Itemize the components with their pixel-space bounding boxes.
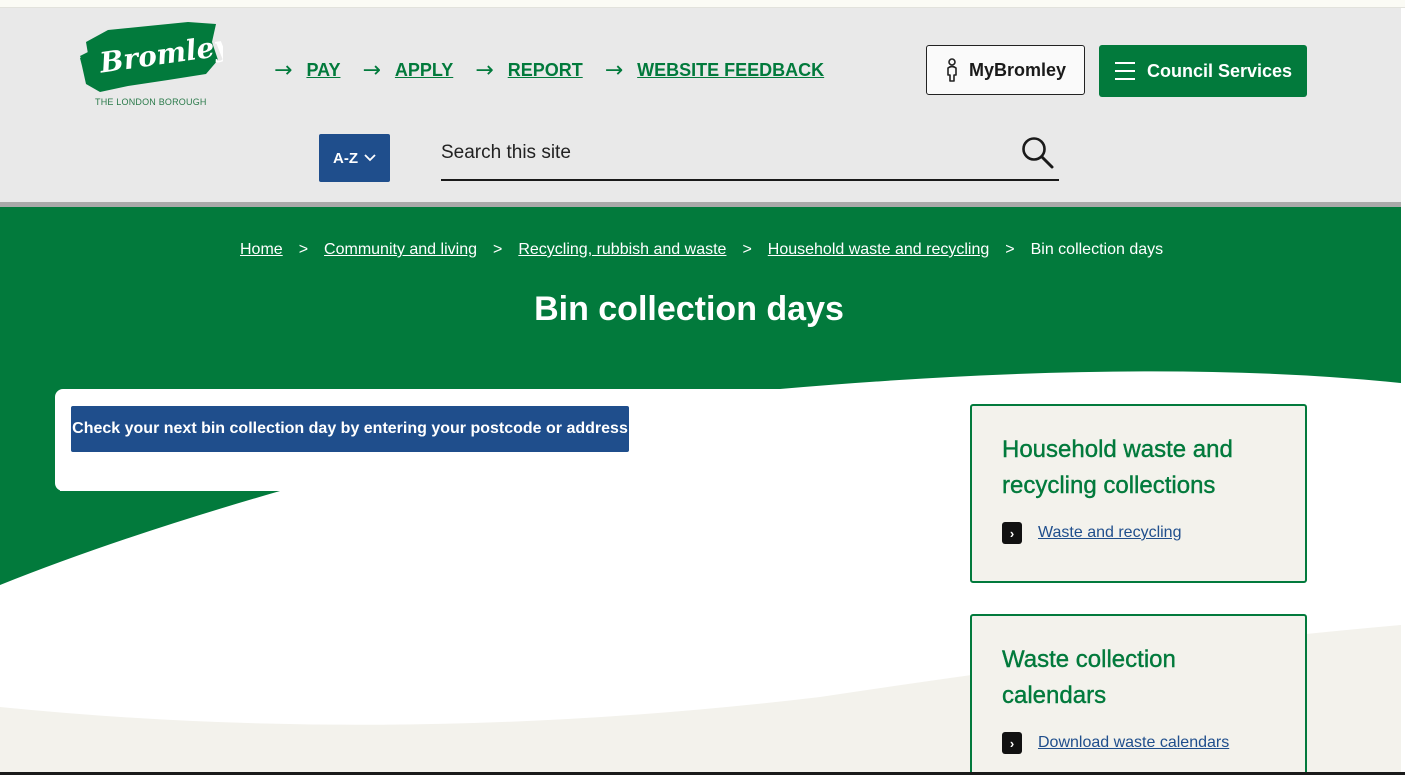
- check-bin-day-button[interactable]: Check your next bin collection day by en…: [71, 406, 629, 452]
- az-label: A-Z: [333, 149, 358, 167]
- mybromley-button[interactable]: MyBromley: [926, 45, 1085, 95]
- quick-link-label: PAY: [306, 60, 341, 80]
- breadcrumb-recycling-rubbish-waste[interactable]: Recycling, rubbish and waste: [518, 241, 726, 259]
- breadcrumb-separator: >: [742, 241, 752, 258]
- quick-link-pay[interactable]: → PAY: [274, 58, 340, 83]
- check-bin-day-label: Check your next bin collection day by en…: [72, 420, 628, 437]
- side-card-link-row: › Download waste calendars: [1002, 732, 1275, 754]
- arrow-right-icon: →: [604, 58, 624, 83]
- quick-link-website-feedback[interactable]: → WEBSITE FEEDBACK: [605, 58, 824, 83]
- hamburger-icon: [1115, 62, 1135, 80]
- quick-link-label: APPLY: [394, 60, 454, 80]
- breadcrumb-separator: >: [298, 241, 309, 258]
- breadcrumb-separator: >: [1005, 241, 1015, 258]
- bromley-logo[interactable]: Bromley THE LONDON BOROUGH: [78, 20, 223, 110]
- chevron-right-icon: ›: [1002, 522, 1022, 544]
- breadcrumb-household-waste[interactable]: Household waste and recycling: [768, 241, 989, 259]
- council-services-button[interactable]: Council Services: [1099, 45, 1307, 97]
- site-search: [441, 130, 1059, 181]
- side-card-title: Waste collection calendars: [1002, 646, 1176, 709]
- side-card-waste-calendars: Waste collection calendars › Download wa…: [970, 614, 1307, 775]
- search-icon[interactable]: [1021, 136, 1055, 170]
- breadcrumb-community-and-living[interactable]: Community and living: [324, 241, 477, 259]
- az-dropdown-button[interactable]: A-Z: [319, 134, 390, 182]
- council-services-label: Council Services: [1147, 60, 1293, 81]
- quick-link-apply[interactable]: → APPLY: [362, 58, 453, 83]
- breadcrumb-home[interactable]: Home: [240, 241, 283, 259]
- quick-link-report[interactable]: → REPORT: [475, 58, 582, 83]
- side-card-link-row: › Waste and recycling: [1002, 522, 1275, 544]
- arrow-right-icon: →: [475, 58, 494, 83]
- waste-and-recycling-link[interactable]: Waste and recycling: [1038, 524, 1181, 542]
- breadcrumb: Home > Community and living > Recycling,…: [240, 241, 1163, 259]
- mybromley-label: MyBromley: [969, 59, 1067, 80]
- search-input[interactable]: [441, 138, 1001, 168]
- arrow-right-icon: →: [362, 58, 381, 83]
- bromley-logo-icon: Bromley: [80, 22, 223, 92]
- side-card-household-waste: Household waste and recycling collection…: [970, 404, 1307, 583]
- side-card-title: Household waste and recycling collection…: [1002, 436, 1233, 499]
- breadcrumb-separator: >: [492, 241, 503, 258]
- chevron-down-icon: [364, 154, 376, 162]
- logo-subtitle: THE LONDON BOROUGH: [95, 97, 207, 107]
- quick-link-label: WEBSITE FEEDBACK: [637, 60, 825, 80]
- breadcrumb-current: Bin collection days: [1030, 241, 1164, 258]
- browser-top-strip: [0, 0, 1405, 8]
- page-title: Bin collection days: [534, 290, 844, 328]
- chevron-right-icon: ›: [1002, 732, 1022, 754]
- download-waste-calendars-link[interactable]: Download waste calendars: [1038, 734, 1229, 752]
- person-icon: [947, 58, 957, 82]
- arrow-right-icon: →: [274, 58, 293, 83]
- quick-links-nav: → PAY → APPLY → REPORT → WEBSITE FEEDBAC…: [274, 58, 824, 83]
- page-scrollbar[interactable]: [1401, 8, 1405, 775]
- quick-link-label: REPORT: [507, 60, 583, 80]
